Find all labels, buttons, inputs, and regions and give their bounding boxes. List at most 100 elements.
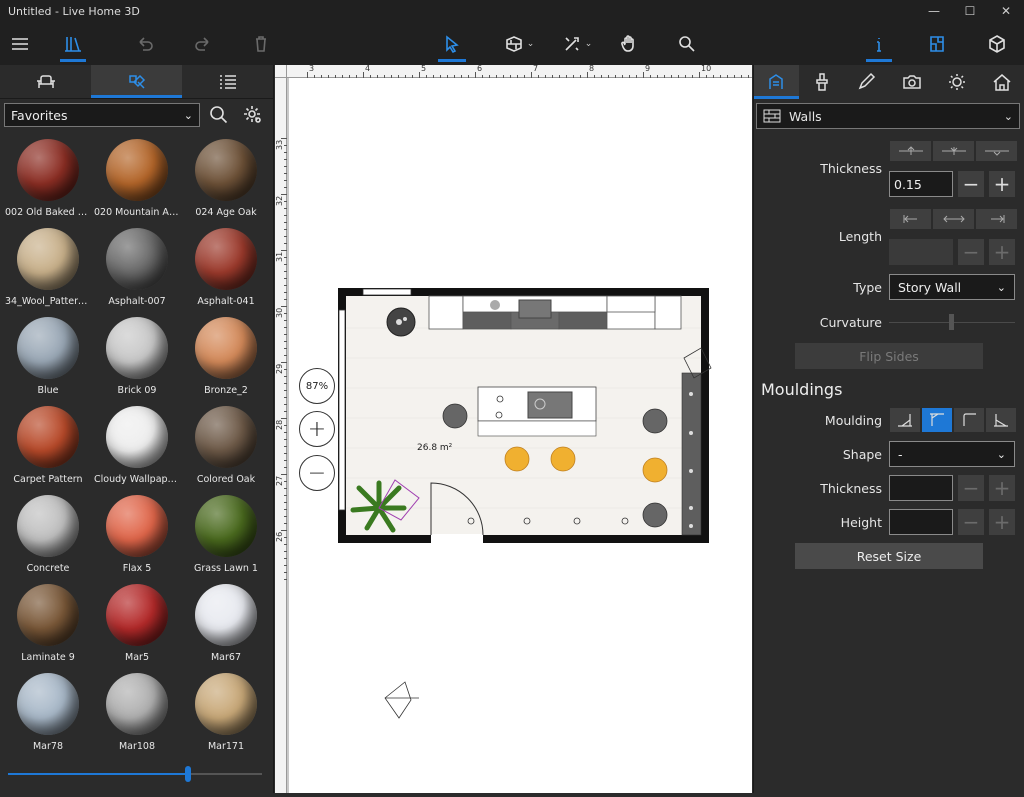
material-item[interactable]: Mar78: [4, 669, 92, 758]
moulding-crown-button[interactable]: [922, 408, 952, 432]
tab-home[interactable]: [979, 65, 1024, 99]
material-item[interactable]: Asphalt-041: [182, 224, 270, 313]
moulding-shape-select[interactable]: - ⌄: [889, 441, 1015, 467]
moulding-base-button[interactable]: [986, 408, 1016, 432]
thumbnail-size-slider[interactable]: [8, 766, 262, 782]
ruler-minor-tick: [284, 327, 287, 328]
tab-project-list[interactable]: [182, 65, 273, 98]
wall-icon: [763, 109, 781, 123]
floor-plan[interactable]: 26.8 m²: [289, 78, 752, 793]
align-bottom-button[interactable]: [976, 141, 1017, 161]
thickness-decrement-button[interactable]: −: [958, 171, 984, 197]
pan-hand-icon[interactable]: [614, 22, 644, 65]
material-item[interactable]: Bronze_2: [182, 313, 270, 402]
tab-sun[interactable]: [934, 65, 979, 99]
material-item[interactable]: Mar171: [182, 669, 270, 758]
redo-icon[interactable]: [188, 22, 218, 65]
material-item[interactable]: Asphalt-007: [93, 224, 181, 313]
material-item[interactable]: Laminate 9: [4, 580, 92, 669]
library-category-select[interactable]: Favorites ⌄: [4, 103, 200, 127]
window-left[interactable]: [338, 309, 346, 511]
material-item[interactable]: Cloudy Wallpape...: [93, 402, 181, 491]
plan-canvas[interactable]: 26.8 m²: [289, 78, 752, 793]
length-both-button[interactable]: [933, 209, 974, 229]
moulding-height-input[interactable]: [889, 509, 953, 535]
tab-pencil[interactable]: [844, 65, 889, 99]
material-item[interactable]: Flax 5: [93, 491, 181, 580]
length-input[interactable]: [889, 239, 953, 265]
moulding-height-decrement-button[interactable]: −: [958, 509, 984, 535]
tab-furniture[interactable]: [0, 65, 91, 98]
view-3d-icon[interactable]: [982, 22, 1012, 65]
material-item[interactable]: Concrete: [4, 491, 92, 580]
length-increment-button[interactable]: +: [989, 239, 1015, 265]
search-icon[interactable]: [672, 22, 702, 65]
tab-camera[interactable]: [889, 65, 934, 99]
material-item[interactable]: Carpet Pattern: [4, 402, 92, 491]
tab-object-materials[interactable]: [754, 65, 799, 99]
thickness-increment-button[interactable]: +: [989, 171, 1015, 197]
plan-2d-icon[interactable]: [922, 22, 952, 65]
kitchen-cabinets-top[interactable]: [428, 295, 682, 330]
length-decrement-button[interactable]: −: [958, 239, 984, 265]
moulding-thickness-increment-button[interactable]: +: [989, 475, 1015, 501]
trash-icon[interactable]: [246, 22, 276, 65]
ruler-number: 26: [275, 531, 284, 542]
length-right-button[interactable]: [976, 209, 1017, 229]
material-item[interactable]: Mar108: [93, 669, 181, 758]
reset-size-button[interactable]: Reset Size: [795, 543, 983, 569]
material-item[interactable]: Colored Oak: [182, 402, 270, 491]
sink-round[interactable]: [490, 300, 500, 310]
flip-sides-button[interactable]: Flip Sides: [795, 343, 983, 369]
maximize-icon[interactable]: ☐: [952, 0, 988, 22]
moulding-floor-button[interactable]: [890, 408, 920, 432]
material-label: Bronze_2: [204, 385, 248, 396]
edit-points-icon[interactable]: ⌄: [558, 22, 596, 65]
zoom-out-button[interactable]: −: [299, 455, 335, 491]
wall-type-select[interactable]: Story Wall ⌄: [889, 274, 1015, 300]
library-icon[interactable]: [58, 22, 88, 65]
tab-materials[interactable]: [91, 65, 182, 98]
tab-paint-brush[interactable]: [799, 65, 844, 99]
material-item[interactable]: 020 Mountain Al...: [93, 135, 181, 224]
material-item[interactable]: Brick 09: [93, 313, 181, 402]
thickness-input[interactable]: 0.15: [889, 171, 953, 197]
library-panel: Favorites ⌄ 002 Old Baked B... 020 Mounta…: [0, 65, 274, 793]
moulding-height-increment-button[interactable]: +: [989, 509, 1015, 535]
material-item[interactable]: Mar67: [182, 580, 270, 669]
material-item[interactable]: 002 Old Baked B...: [4, 135, 92, 224]
library-settings-gear-icon[interactable]: [238, 103, 268, 127]
compass[interactable]: [384, 681, 419, 719]
minimize-icon[interactable]: —: [916, 0, 952, 22]
info-icon[interactable]: [864, 22, 894, 65]
length-left-button[interactable]: [890, 209, 931, 229]
material-item[interactable]: Grass Lawn 1: [182, 491, 270, 580]
material-item[interactable]: Mar5: [93, 580, 181, 669]
moulding-thickness-input[interactable]: [889, 475, 953, 501]
undo-icon[interactable]: [130, 22, 160, 65]
zoom-percent[interactable]: 87%: [299, 368, 335, 404]
material-label: Blue: [37, 385, 59, 396]
moulding-thickness-decrement-button[interactable]: −: [958, 475, 984, 501]
shape-label: Shape: [842, 447, 882, 462]
window-top[interactable]: [362, 288, 412, 296]
slider-thumb[interactable]: [185, 766, 192, 782]
material-item[interactable]: Blue: [4, 313, 92, 402]
library-search-icon[interactable]: [204, 103, 234, 127]
cooktop[interactable]: [518, 299, 552, 319]
close-icon[interactable]: ✕: [988, 0, 1024, 22]
moulding-corner-button[interactable]: [954, 408, 984, 432]
object-type-select[interactable]: Walls ⌄: [756, 103, 1020, 129]
material-item[interactable]: 024 Age Oak: [182, 135, 270, 224]
tall-cabinets[interactable]: [681, 372, 702, 536]
hamburger-menu-icon[interactable]: [6, 22, 34, 65]
select-arrow-icon[interactable]: [436, 22, 468, 65]
zoom-in-button[interactable]: +: [299, 411, 335, 447]
curvature-slider-thumb[interactable]: [949, 314, 954, 330]
material-item[interactable]: 34_Wool_Pattern...: [4, 224, 92, 313]
chevron-down-icon: ⌄: [996, 280, 1006, 294]
wall-tool-icon[interactable]: ⌄: [500, 22, 538, 65]
ruler-minor-tick: [284, 425, 287, 426]
align-top-button[interactable]: [890, 141, 931, 161]
align-center-button[interactable]: [933, 141, 974, 161]
